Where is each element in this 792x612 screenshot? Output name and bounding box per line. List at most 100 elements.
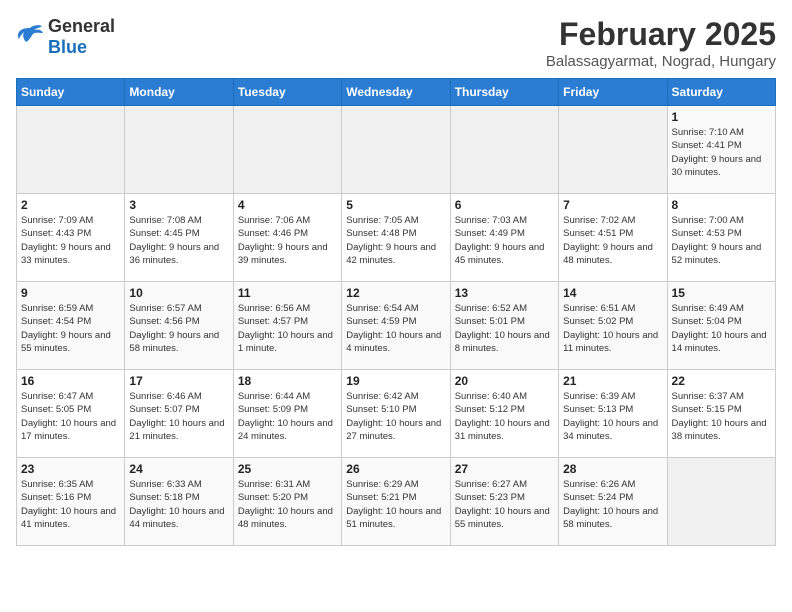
calendar-cell: 13 Sunrise: 6:52 AM Sunset: 5:01 PM Dayli… <box>450 282 558 370</box>
logo-text: General Blue <box>48 16 115 58</box>
calendar-cell: 15 Sunrise: 6:49 AM Sunset: 5:04 PM Dayli… <box>667 282 775 370</box>
day-info: Sunrise: 7:06 AM Sunset: 4:46 PM Dayligh… <box>238 214 337 267</box>
calendar-cell <box>667 458 775 546</box>
day-number: 20 <box>455 374 554 388</box>
day-info: Sunrise: 6:59 AM Sunset: 4:54 PM Dayligh… <box>21 302 120 355</box>
weekday-thursday: Thursday <box>450 79 558 106</box>
calendar-subtitle: Balassagyarmat, Nograd, Hungary <box>546 53 776 70</box>
calendar-cell: 11 Sunrise: 6:56 AM Sunset: 4:57 PM Dayli… <box>233 282 341 370</box>
day-number: 5 <box>346 198 445 212</box>
calendar-body: 1 Sunrise: 7:10 AM Sunset: 4:41 PM Daylig… <box>17 106 776 546</box>
calendar-table: SundayMondayTuesdayWednesdayThursdayFrid… <box>16 78 776 546</box>
calendar-cell <box>559 106 667 194</box>
day-number: 12 <box>346 286 445 300</box>
day-number: 25 <box>238 462 337 476</box>
day-number: 23 <box>21 462 120 476</box>
day-number: 16 <box>21 374 120 388</box>
calendar-cell <box>450 106 558 194</box>
day-number: 21 <box>563 374 662 388</box>
calendar-cell <box>233 106 341 194</box>
calendar-cell: 5 Sunrise: 7:05 AM Sunset: 4:48 PM Daylig… <box>342 194 450 282</box>
day-info: Sunrise: 6:26 AM Sunset: 5:24 PM Dayligh… <box>563 478 662 531</box>
day-number: 22 <box>672 374 771 388</box>
day-info: Sunrise: 6:56 AM Sunset: 4:57 PM Dayligh… <box>238 302 337 355</box>
calendar-cell: 2Sunrise: 7:09 AM Sunset: 4:43 PM Daylig… <box>17 194 125 282</box>
day-info: Sunrise: 6:37 AM Sunset: 5:15 PM Dayligh… <box>672 390 771 443</box>
title-block: February 2025 Balassagyarmat, Nograd, Hu… <box>546 16 776 70</box>
calendar-cell <box>17 106 125 194</box>
calendar-cell <box>342 106 450 194</box>
header: General Blue February 2025 Balassagyarma… <box>16 16 776 70</box>
day-info: Sunrise: 6:40 AM Sunset: 5:12 PM Dayligh… <box>455 390 554 443</box>
calendar-cell: 3 Sunrise: 7:08 AM Sunset: 4:45 PM Daylig… <box>125 194 233 282</box>
day-info: Sunrise: 6:29 AM Sunset: 5:21 PM Dayligh… <box>346 478 445 531</box>
day-info: Sunrise: 7:10 AM Sunset: 4:41 PM Dayligh… <box>672 126 771 179</box>
day-info: Sunrise: 6:44 AM Sunset: 5:09 PM Dayligh… <box>238 390 337 443</box>
day-info: Sunrise: 6:46 AM Sunset: 5:07 PM Dayligh… <box>129 390 228 443</box>
calendar-week-4: 16Sunrise: 6:47 AM Sunset: 5:05 PM Dayli… <box>17 370 776 458</box>
day-number: 15 <box>672 286 771 300</box>
weekday-tuesday: Tuesday <box>233 79 341 106</box>
calendar-cell: 21 Sunrise: 6:39 AM Sunset: 5:13 PM Dayli… <box>559 370 667 458</box>
day-number: 7 <box>563 198 662 212</box>
calendar-cell: 12 Sunrise: 6:54 AM Sunset: 4:59 PM Dayli… <box>342 282 450 370</box>
day-number: 27 <box>455 462 554 476</box>
day-info: Sunrise: 7:05 AM Sunset: 4:48 PM Dayligh… <box>346 214 445 267</box>
weekday-header-row: SundayMondayTuesdayWednesdayThursdayFrid… <box>17 79 776 106</box>
calendar-week-5: 23 Sunrise: 6:35 AM Sunset: 5:16 PM Dayli… <box>17 458 776 546</box>
day-number: 9 <box>21 286 120 300</box>
day-info: Sunrise: 6:27 AM Sunset: 5:23 PM Dayligh… <box>455 478 554 531</box>
calendar-cell: 19Sunrise: 6:42 AM Sunset: 5:10 PM Dayli… <box>342 370 450 458</box>
calendar-cell: 14Sunrise: 6:51 AM Sunset: 5:02 PM Dayli… <box>559 282 667 370</box>
calendar-cell: 27 Sunrise: 6:27 AM Sunset: 5:23 PM Dayli… <box>450 458 558 546</box>
calendar-title: February 2025 <box>546 16 776 53</box>
day-number: 3 <box>129 198 228 212</box>
calendar-week-3: 9 Sunrise: 6:59 AM Sunset: 4:54 PM Daylig… <box>17 282 776 370</box>
calendar-cell: 28Sunrise: 6:26 AM Sunset: 5:24 PM Dayli… <box>559 458 667 546</box>
calendar-cell: 8 Sunrise: 7:00 AM Sunset: 4:53 PM Daylig… <box>667 194 775 282</box>
calendar-cell: 1 Sunrise: 7:10 AM Sunset: 4:41 PM Daylig… <box>667 106 775 194</box>
calendar-cell: 10 Sunrise: 6:57 AM Sunset: 4:56 PM Dayli… <box>125 282 233 370</box>
day-info: Sunrise: 6:39 AM Sunset: 5:13 PM Dayligh… <box>563 390 662 443</box>
calendar-cell: 20 Sunrise: 6:40 AM Sunset: 5:12 PM Dayli… <box>450 370 558 458</box>
day-number: 14 <box>563 286 662 300</box>
calendar-cell: 4Sunrise: 7:06 AM Sunset: 4:46 PM Daylig… <box>233 194 341 282</box>
day-number: 13 <box>455 286 554 300</box>
calendar-cell: 6Sunrise: 7:03 AM Sunset: 4:49 PM Daylig… <box>450 194 558 282</box>
day-info: Sunrise: 7:03 AM Sunset: 4:49 PM Dayligh… <box>455 214 554 267</box>
calendar-header: SundayMondayTuesdayWednesdayThursdayFrid… <box>17 79 776 106</box>
day-number: 18 <box>238 374 337 388</box>
calendar-cell <box>125 106 233 194</box>
day-info: Sunrise: 6:52 AM Sunset: 5:01 PM Dayligh… <box>455 302 554 355</box>
calendar-cell: 25 Sunrise: 6:31 AM Sunset: 5:20 PM Dayli… <box>233 458 341 546</box>
day-number: 11 <box>238 286 337 300</box>
day-info: Sunrise: 7:09 AM Sunset: 4:43 PM Dayligh… <box>21 214 120 267</box>
day-info: Sunrise: 6:42 AM Sunset: 5:10 PM Dayligh… <box>346 390 445 443</box>
day-number: 10 <box>129 286 228 300</box>
day-number: 26 <box>346 462 445 476</box>
day-info: Sunrise: 6:54 AM Sunset: 4:59 PM Dayligh… <box>346 302 445 355</box>
day-number: 8 <box>672 198 771 212</box>
calendar-week-1: 1 Sunrise: 7:10 AM Sunset: 4:41 PM Daylig… <box>17 106 776 194</box>
calendar-cell: 24Sunrise: 6:33 AM Sunset: 5:18 PM Dayli… <box>125 458 233 546</box>
calendar-cell: 7 Sunrise: 7:02 AM Sunset: 4:51 PM Daylig… <box>559 194 667 282</box>
logo-icon <box>16 24 44 51</box>
day-number: 1 <box>672 110 771 124</box>
day-info: Sunrise: 6:57 AM Sunset: 4:56 PM Dayligh… <box>129 302 228 355</box>
day-info: Sunrise: 6:35 AM Sunset: 5:16 PM Dayligh… <box>21 478 120 531</box>
day-number: 17 <box>129 374 228 388</box>
day-info: Sunrise: 7:02 AM Sunset: 4:51 PM Dayligh… <box>563 214 662 267</box>
day-info: Sunrise: 7:00 AM Sunset: 4:53 PM Dayligh… <box>672 214 771 267</box>
day-info: Sunrise: 7:08 AM Sunset: 4:45 PM Dayligh… <box>129 214 228 267</box>
calendar-cell: 26 Sunrise: 6:29 AM Sunset: 5:21 PM Dayli… <box>342 458 450 546</box>
calendar-cell: 23 Sunrise: 6:35 AM Sunset: 5:16 PM Dayli… <box>17 458 125 546</box>
weekday-friday: Friday <box>559 79 667 106</box>
calendar-cell: 18 Sunrise: 6:44 AM Sunset: 5:09 PM Dayli… <box>233 370 341 458</box>
weekday-wednesday: Wednesday <box>342 79 450 106</box>
calendar-cell: 9 Sunrise: 6:59 AM Sunset: 4:54 PM Daylig… <box>17 282 125 370</box>
day-info: Sunrise: 6:49 AM Sunset: 5:04 PM Dayligh… <box>672 302 771 355</box>
day-info: Sunrise: 6:33 AM Sunset: 5:18 PM Dayligh… <box>129 478 228 531</box>
calendar-cell: 22 Sunrise: 6:37 AM Sunset: 5:15 PM Dayli… <box>667 370 775 458</box>
day-info: Sunrise: 6:31 AM Sunset: 5:20 PM Dayligh… <box>238 478 337 531</box>
weekday-monday: Monday <box>125 79 233 106</box>
